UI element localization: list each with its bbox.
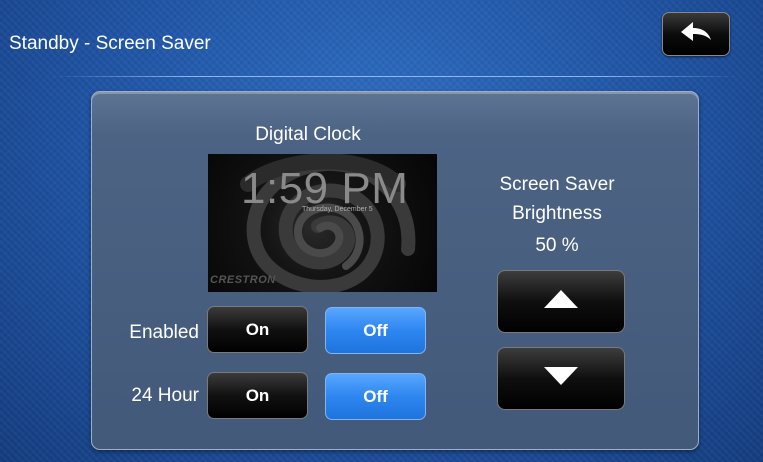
clock-preview: 1:59 PM Thursday, December 5 CRESTRON bbox=[208, 154, 437, 292]
brightness-title-line2: Brightness bbox=[512, 203, 602, 224]
crestron-logo: CRESTRON bbox=[210, 274, 276, 286]
page-title: Standby - Screen Saver bbox=[9, 33, 211, 54]
preview-date: Thursday, December 5 bbox=[302, 206, 373, 213]
hour24-off-button[interactable]: Off bbox=[325, 373, 426, 420]
enabled-label: Enabled bbox=[129, 322, 199, 343]
brightness-value: 50 % bbox=[535, 235, 579, 256]
triangle-up-icon bbox=[543, 289, 579, 314]
clock-title: Digital Clock bbox=[255, 124, 361, 145]
back-arrow-icon bbox=[679, 21, 713, 48]
brightness-title-line1: Screen Saver bbox=[499, 174, 615, 195]
hour24-label: 24 Hour bbox=[131, 385, 199, 406]
settings-panel: Digital Clock 1:59 PM Thursday, December… bbox=[91, 91, 699, 450]
brightness-down-button[interactable] bbox=[497, 347, 625, 410]
title-divider bbox=[50, 76, 740, 77]
enabled-off-button[interactable]: Off bbox=[325, 307, 426, 354]
back-button[interactable] bbox=[662, 12, 730, 56]
triangle-down-icon bbox=[543, 366, 579, 391]
brightness-up-button[interactable] bbox=[497, 270, 625, 333]
enabled-on-button[interactable]: On bbox=[207, 306, 308, 353]
hour24-on-button[interactable]: On bbox=[207, 372, 308, 419]
brightness-title: Screen Saver Brightness bbox=[482, 170, 632, 228]
